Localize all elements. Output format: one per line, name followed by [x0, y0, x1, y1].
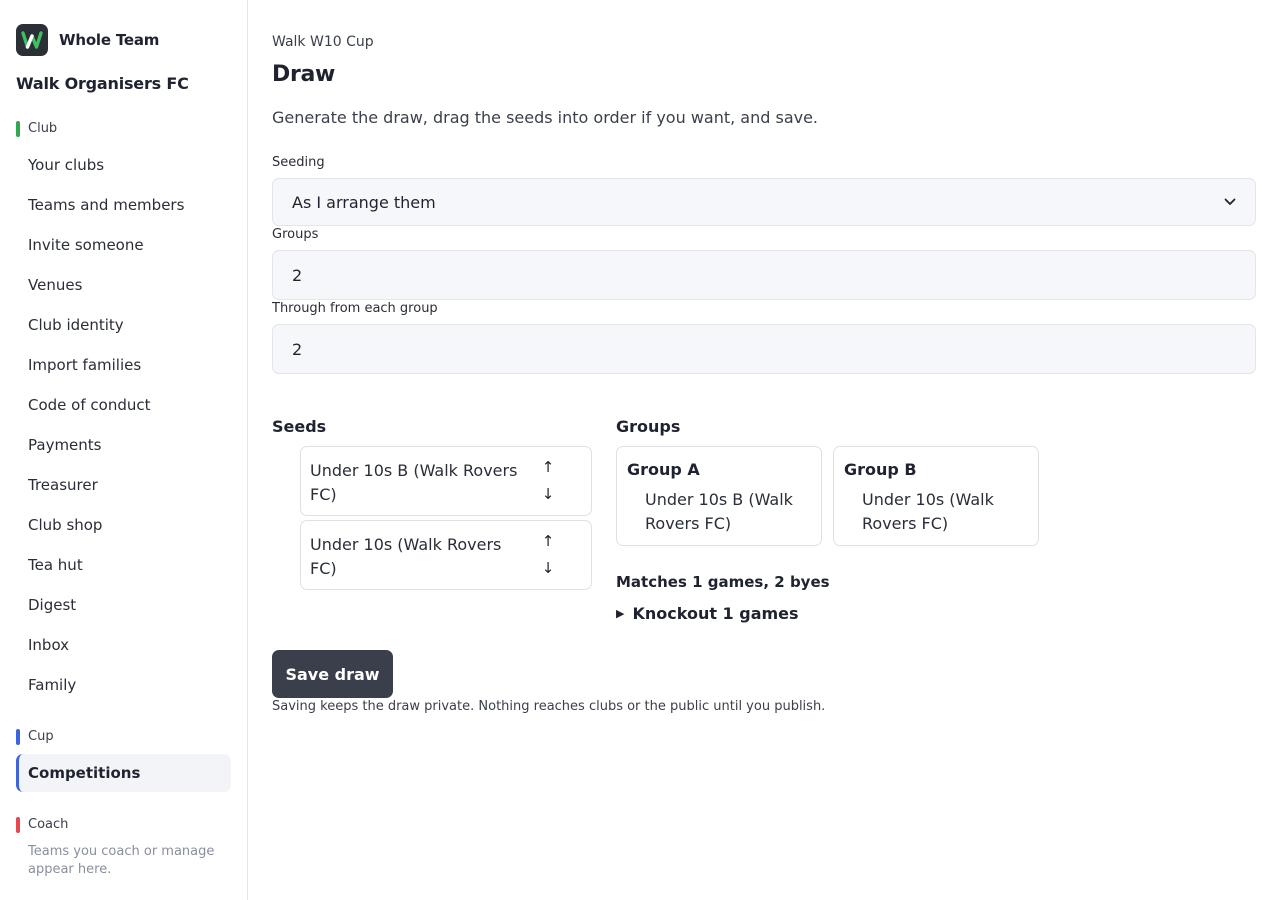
group-title: Group B — [844, 460, 917, 479]
seeds-heading: Seeds — [272, 417, 327, 436]
seed-name: Under 10s (Walk Rovers FC) — [310, 535, 502, 578]
group-card-b: Group B Under 10s (Walk Rovers FC) — [833, 446, 1039, 546]
section-label-cup: Cup — [16, 729, 54, 745]
sidebar-item-club-identity[interactable]: Club identity — [28, 315, 124, 335]
group-title: Group A — [627, 460, 700, 479]
sidebar-item-your-clubs[interactable]: Your clubs — [28, 155, 104, 175]
matches-summary: Matches 1 games, 2 byes — [616, 573, 830, 591]
groups-heading: Groups — [616, 417, 681, 436]
seed-item[interactable]: Under 10s (Walk Rovers FC) ↑ ↓ — [300, 520, 592, 590]
breadcrumb[interactable]: Walk W10 Cup — [272, 34, 374, 50]
sidebar-item-family[interactable]: Family — [28, 675, 76, 695]
group-card-a: Group A Under 10s B (Walk Rovers FC) — [616, 446, 822, 546]
sidebar-item-teams-and-members[interactable]: Teams and members — [28, 195, 184, 215]
groups-input[interactable]: 2 — [272, 250, 1256, 300]
sidebar-item-inbox[interactable]: Inbox — [28, 635, 69, 655]
knockout-summary: Knockout 1 games — [632, 604, 799, 623]
through-input[interactable]: 2 — [272, 324, 1256, 374]
section-label-coach: Coach — [16, 817, 68, 833]
sidebar-item-payments[interactable]: Payments — [28, 435, 101, 455]
seed-name: Under 10s B (Walk Rovers FC) — [310, 461, 518, 504]
sidebar-item-code-of-conduct[interactable]: Code of conduct — [28, 395, 150, 415]
group-member: Under 10s B (Walk Rovers FC) — [645, 490, 793, 533]
seed-item[interactable]: Under 10s B (Walk Rovers FC) ↑ ↓ — [300, 446, 592, 516]
arrow-up-icon[interactable]: ↑ — [538, 532, 558, 550]
arrow-down-icon[interactable]: ↓ — [538, 559, 558, 577]
coach-empty-note: Teams you coach or manage appear here. — [28, 844, 215, 877]
sidebar-item-digest[interactable]: Digest — [28, 595, 76, 615]
page-title: Draw — [272, 62, 336, 87]
knockout-toggle[interactable]: ▶ Knockout 1 games — [616, 604, 799, 623]
brand[interactable]: Whole Team — [16, 24, 159, 56]
sidebar-item-import-families[interactable]: Import families — [28, 355, 141, 375]
groups-label: Groups — [272, 227, 319, 242]
disclosure-triangle-icon: ▶ — [616, 607, 625, 620]
seeding-select[interactable]: As I arrange them — [272, 178, 1256, 226]
save-note: Saving keeps the draw private. Nothing r… — [272, 699, 826, 714]
seeding-selected-value: As I arrange them — [292, 192, 436, 212]
sidebar-item-invite-someone[interactable]: Invite someone — [28, 235, 144, 255]
section-label-club: Club — [16, 121, 57, 137]
brand-name: Whole Team — [59, 31, 160, 49]
arrow-up-icon[interactable]: ↑ — [538, 458, 558, 476]
sidebar: Whole Team Walk Organisers FC Club Your … — [0, 0, 248, 900]
sidebar-item-tea-hut[interactable]: Tea hut — [28, 555, 83, 575]
through-label: Through from each group — [272, 301, 438, 316]
chevron-down-icon — [1224, 195, 1236, 209]
sidebar-item-treasurer[interactable]: Treasurer — [28, 475, 98, 495]
org-name: Walk Organisers FC — [16, 74, 189, 93]
sidebar-item-venues[interactable]: Venues — [28, 275, 82, 295]
save-draw-button[interactable]: Save draw — [272, 650, 393, 698]
whole-team-logo-icon — [16, 24, 48, 56]
arrow-down-icon[interactable]: ↓ — [538, 485, 558, 503]
sidebar-item-competitions[interactable]: Competitions — [16, 754, 231, 792]
page-description: Generate the draw, drag the seeds into o… — [272, 108, 819, 127]
seeding-label: Seeding — [272, 155, 325, 170]
group-member: Under 10s (Walk Rovers FC) — [862, 490, 994, 533]
sidebar-item-club-shop[interactable]: Club shop — [28, 515, 102, 535]
